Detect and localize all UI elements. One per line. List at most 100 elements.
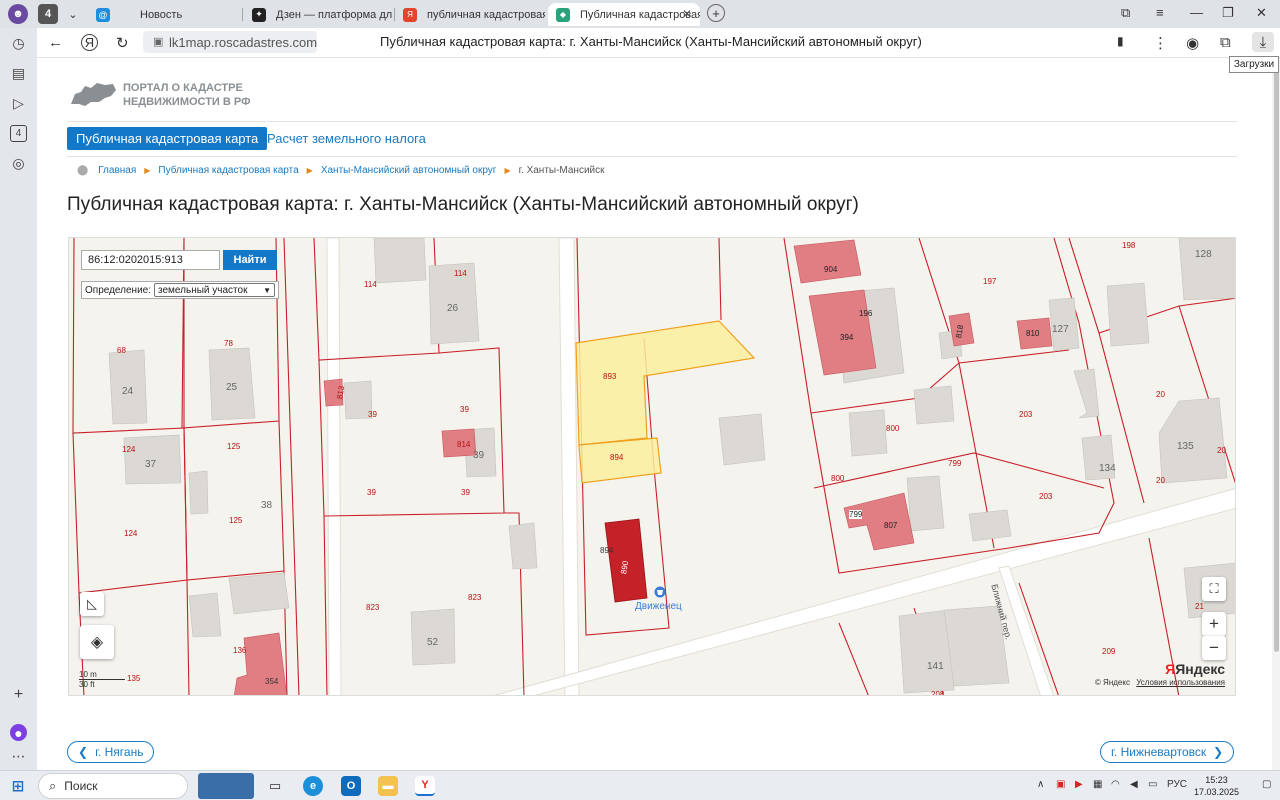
menu-icon[interactable]: ≡ xyxy=(1156,5,1164,20)
parcel-label: 114 xyxy=(364,280,377,289)
tabs-panel-icon[interactable]: ⧉ xyxy=(1121,5,1130,21)
breadcrumb-home[interactable]: Главная xyxy=(98,165,136,176)
url-field[interactable]: ▣ lk1map.roscadastres.com xyxy=(143,31,317,53)
parcel-label: 799 xyxy=(948,459,962,468)
chevron-down-icon[interactable]: ⌄ xyxy=(63,4,83,24)
edge-browser-icon[interactable]: e xyxy=(303,776,323,796)
tab-yandex-search[interactable]: Я публичная кадастровая к xyxy=(395,3,545,26)
layers-icon[interactable]: ◈ xyxy=(80,625,114,659)
breadcrumb-cadastral-map[interactable]: Публичная кадастровая карта xyxy=(158,165,298,176)
scale-bar: 10 m 30 ft xyxy=(79,670,125,689)
counter-four-icon[interactable]: 4 xyxy=(10,125,27,142)
profile-avatar-icon[interactable]: ☻ xyxy=(8,4,28,24)
add-panel-icon[interactable]: + xyxy=(10,686,27,703)
portal-logo[interactable]: ПОРТАЛ О КАДАСТРЕ НЕДВИЖИМОСТИ В РФ xyxy=(69,78,250,112)
lock-icon: ▣ xyxy=(153,36,164,48)
breadcrumb: ⬤ Главная ▶ Публичная кадастровая карта … xyxy=(77,165,605,176)
minimize-icon[interactable]: — xyxy=(1190,5,1203,20)
tray-network-icon[interactable]: ▦ xyxy=(1093,779,1102,790)
dzen-icon: ✦ xyxy=(252,7,266,22)
definition-label: Определение: xyxy=(85,284,152,296)
back-arrow-icon[interactable]: ← xyxy=(48,34,63,51)
windows-start-icon[interactable]: ⊞ xyxy=(8,776,28,796)
parcel-label: 125 xyxy=(227,442,241,451)
tab-cadastral-map[interactable]: ◆ Публичная кадастровая ка ✕ xyxy=(548,3,700,26)
new-tab-plus-icon[interactable]: + xyxy=(707,4,725,22)
bookmark-icon[interactable]: ▮ xyxy=(1117,34,1124,48)
tray-expand-icon[interactable]: ∧ xyxy=(1037,779,1044,790)
search-icon: ⌕ xyxy=(49,778,57,793)
more-vertical-icon[interactable]: ⋮ xyxy=(1153,34,1168,52)
outlook-icon[interactable]: O xyxy=(341,776,361,796)
cadastral-number-input[interactable] xyxy=(81,250,220,270)
terms-link[interactable]: Условия использования xyxy=(1136,678,1225,687)
ruler-tool-icon[interactable]: ◺ xyxy=(80,592,104,616)
definition-select[interactable]: земельный участок ▼ xyxy=(154,283,276,297)
page-scrollbar[interactable] xyxy=(1272,58,1280,770)
restore-icon[interactable]: ❐ xyxy=(1222,5,1234,21)
logo-line2: НЕДВИЖИМОСТИ В РФ xyxy=(123,96,251,108)
tab-news[interactable]: @ Новость xyxy=(88,3,238,26)
web-page: ПОРТАЛ О КАДАСТРЕ НЕДВИЖИМОСТИ В РФ Публ… xyxy=(37,58,1280,770)
nav-land-tax[interactable]: Расчет земельного налога xyxy=(267,131,426,146)
cadastral-map[interactable]: 68 78 114 114 24 25 26 124 124 125 125 3… xyxy=(68,237,1236,696)
wifi-icon[interactable]: ◠ xyxy=(1111,779,1120,790)
find-button[interactable]: Найти xyxy=(223,250,277,270)
more-dots-icon[interactable]: ⋯ xyxy=(10,748,27,765)
next-city-link[interactable]: г. Нижневартовск ❯ xyxy=(1100,741,1235,763)
volume-icon[interactable]: ◀ xyxy=(1130,779,1138,790)
parcel-label: 114 xyxy=(454,269,467,278)
history-clock-icon[interactable]: ◷ xyxy=(10,35,27,52)
alice-icon[interactable]: ● xyxy=(10,724,27,741)
tab-label: Дзен — платформа для п xyxy=(276,8,392,21)
nav-cadastral-map[interactable]: Публичная кадастровая карта xyxy=(67,127,268,150)
yandex-browser-taskbar-icon[interactable]: Y xyxy=(415,776,435,796)
tab-counter-badge[interactable]: 4 xyxy=(38,4,58,24)
parcel-label: 20 xyxy=(1156,390,1165,399)
parcel-label: 198 xyxy=(1122,241,1136,250)
language-indicator[interactable]: РУС xyxy=(1167,779,1187,790)
close-window-icon[interactable]: ✕ xyxy=(1256,5,1267,21)
parcel-label: 39 xyxy=(367,488,376,497)
building-label: 38 xyxy=(261,500,273,511)
tab-dzen[interactable]: ✦ Дзен — платформа для п xyxy=(244,3,392,26)
task-view-icon[interactable]: ▭ xyxy=(265,776,285,796)
page-title-in-address-bar: Публичная кадастровая карта: г. Ханты-Ма… xyxy=(380,34,922,49)
close-tab-icon[interactable]: ✕ xyxy=(682,7,692,21)
fullscreen-icon[interactable]: ⛶ xyxy=(1202,577,1226,601)
parcel-label: 68 xyxy=(117,346,126,355)
downloads-tooltip: Загрузки xyxy=(1229,56,1279,73)
taskbar-search[interactable]: ⌕ Поиск xyxy=(38,773,188,799)
zoom-out-button[interactable]: − xyxy=(1202,636,1226,660)
chevron-down-icon: ▼ xyxy=(263,285,272,295)
reload-icon[interactable]: ↻ xyxy=(116,34,129,52)
definition-control: Определение: земельный участок ▼ xyxy=(81,281,280,299)
yandex-logo-icon[interactable]: Я xyxy=(81,34,98,51)
extensions-icon[interactable]: ⧉ xyxy=(1220,34,1231,51)
collections-icon[interactable]: ▤ xyxy=(10,65,27,82)
alice-assistant-icon[interactable]: ◉ xyxy=(1186,34,1199,52)
battery-icon[interactable]: ▭ xyxy=(1148,779,1157,790)
parcel-label: 823 xyxy=(468,593,482,602)
play-video-icon[interactable]: ▷ xyxy=(10,95,27,112)
logo-line1: ПОРТАЛ О КАДАСТРЕ xyxy=(123,82,243,94)
clock[interactable]: 15:23 17.03.2025 xyxy=(1194,774,1239,798)
search-highlight-image[interactable] xyxy=(198,773,254,799)
parcel-label: 800 xyxy=(831,474,845,483)
browser-tab-strip: ☻ 4 ⌄ @ Новость ✦ Дзен — платформа дл я п… xyxy=(0,0,1280,28)
tray-media-icon[interactable]: ▶ xyxy=(1075,779,1083,790)
poi-label[interactable]: Движенец xyxy=(635,601,682,612)
scale-imperial: 30 ft xyxy=(79,680,95,689)
prev-city-link[interactable]: ❮ г. Нягань xyxy=(67,741,155,763)
zoom-in-button[interactable]: + xyxy=(1202,612,1226,636)
parcel-label: 135 xyxy=(127,674,141,683)
notifications-icon[interactable]: ▢ xyxy=(1262,779,1271,790)
building-label: 134 xyxy=(1099,463,1116,474)
parcel-label: 203 xyxy=(1019,410,1033,419)
download-icon[interactable]: ⤓ xyxy=(1252,32,1274,52)
file-explorer-icon[interactable]: ▬ xyxy=(378,776,398,796)
tray-app-icon[interactable]: ▣ xyxy=(1056,779,1065,790)
parcel-label: 196 xyxy=(859,309,873,318)
breadcrumb-region[interactable]: Ханты-Мансийский автономный округ xyxy=(321,165,497,176)
camera-icon[interactable]: ◎ xyxy=(10,155,27,172)
